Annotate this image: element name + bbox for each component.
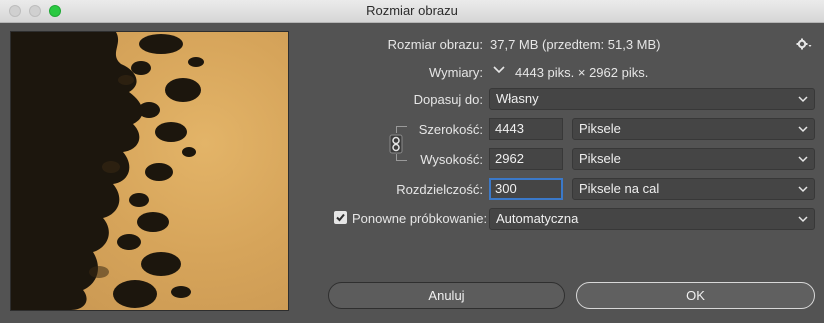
window-title: Rozmiar obrazu — [366, 3, 458, 18]
ok-button[interactable]: OK — [576, 282, 815, 309]
resolution-unit-select[interactable]: Piksele na cal — [572, 178, 815, 200]
title-bar: Rozmiar obrazu — [0, 0, 824, 23]
fit-to-label: Dopasuj do: — [413, 92, 483, 107]
width-unit-value: Piksele — [579, 121, 621, 136]
chain-link-icon[interactable] — [388, 134, 404, 154]
height-label: Wysokość: — [420, 152, 483, 167]
image-size-label: Rozmiar obrazu: — [387, 37, 483, 52]
fit-to-value: Własny — [496, 91, 539, 106]
chevron-down-icon — [798, 209, 808, 236]
resample-method-value: Automatyczna — [496, 211, 579, 226]
preview-image — [11, 32, 204, 310]
resolution-input[interactable]: 300 — [489, 178, 563, 200]
image-size-value: 37,7 MB (przedtem: 51,3 MB) — [490, 37, 661, 52]
chevron-down-icon — [798, 179, 808, 206]
checkmark-icon — [336, 213, 345, 222]
dimensions-value: 4443 piks. × 2962 piks. — [515, 65, 649, 80]
dimensions-label: Wymiary: — [428, 65, 483, 80]
resample-method-select[interactable]: Automatyczna — [489, 208, 815, 230]
width-unit-select[interactable]: Piksele — [572, 118, 815, 140]
cancel-button[interactable]: Anuluj — [328, 282, 565, 309]
height-unit-select[interactable]: Piksele — [572, 148, 815, 170]
resample-checkbox[interactable] — [334, 211, 347, 224]
resample-label: Ponowne próbkowanie: — [352, 211, 488, 226]
chevron-down-icon — [798, 119, 808, 146]
chevron-down-icon[interactable] — [492, 63, 508, 79]
chevron-down-icon — [798, 89, 808, 116]
chevron-down-icon — [798, 149, 808, 176]
width-input[interactable]: 4443 — [489, 118, 563, 140]
resolution-unit-value: Piksele na cal — [579, 181, 660, 196]
resolution-label: Rozdzielczość: — [396, 182, 483, 197]
gear-icon[interactable] — [796, 38, 812, 52]
image-size-dialog: Rozmiar obrazu Rozmiar obrazu: 37,7 MB (… — [0, 0, 824, 323]
fit-to-select[interactable]: Własny — [489, 88, 815, 110]
width-label: Szerokość: — [418, 122, 483, 137]
height-input[interactable]: 2962 — [489, 148, 563, 170]
height-unit-value: Piksele — [579, 151, 621, 166]
image-preview[interactable] — [10, 31, 289, 311]
